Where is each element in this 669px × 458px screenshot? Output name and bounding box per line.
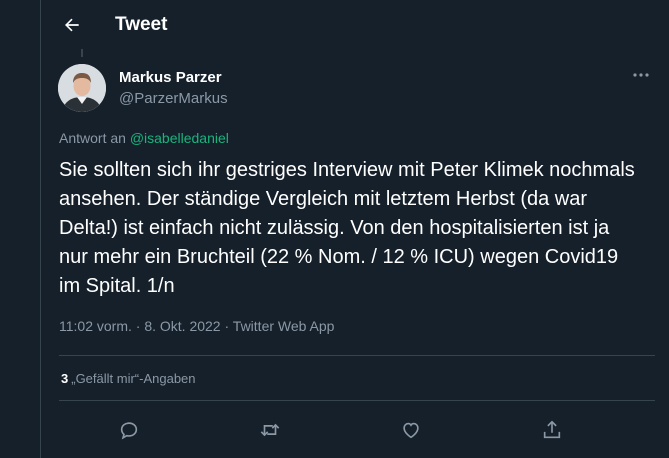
reply-icon [120, 422, 138, 440]
arrow-left-icon [65, 18, 79, 32]
avatar[interactable] [58, 64, 106, 112]
tweet-column: Tweet Markus Parzer @ParzerMarkus Antwor… [40, 0, 669, 458]
back-button[interactable] [57, 10, 87, 40]
heart-icon [403, 422, 419, 439]
like-button[interactable] [393, 412, 429, 448]
more-options-button[interactable] [630, 68, 652, 82]
tweet-actions [41, 412, 669, 448]
retweet-icon [260, 423, 280, 437]
avatar-image [58, 64, 106, 112]
thread-connector [81, 49, 83, 57]
more-dots-icon [633, 73, 649, 77]
author-handle[interactable]: @ParzerMarkus [119, 90, 228, 107]
tweet-meta[interactable]: 11:02 vorm. · 8. Okt. 2022 · Twitter Web… [59, 318, 334, 334]
header: Tweet [41, 0, 669, 50]
divider [59, 400, 655, 401]
likes-label: „Gefällt mir“-Angaben [71, 371, 196, 386]
reply-button[interactable] [111, 412, 147, 448]
divider [59, 355, 655, 356]
likes-stat[interactable]: 3 „Gefällt mir“-Angaben [61, 371, 196, 386]
reply-prefix: Antwort an [59, 130, 126, 146]
author-name[interactable]: Markus Parzer [119, 69, 222, 86]
reply-mention-link[interactable]: @isabelledaniel [130, 130, 229, 146]
tweet-text: Sie sollten sich ihr gestriges Interview… [59, 159, 635, 297]
retweet-button[interactable] [252, 412, 288, 448]
reply-context: Antwort an @isabelledaniel [59, 130, 229, 146]
page-title: Tweet [115, 14, 168, 35]
likes-count: 3 [61, 371, 69, 386]
share-button[interactable] [534, 412, 570, 448]
share-icon [543, 420, 561, 439]
